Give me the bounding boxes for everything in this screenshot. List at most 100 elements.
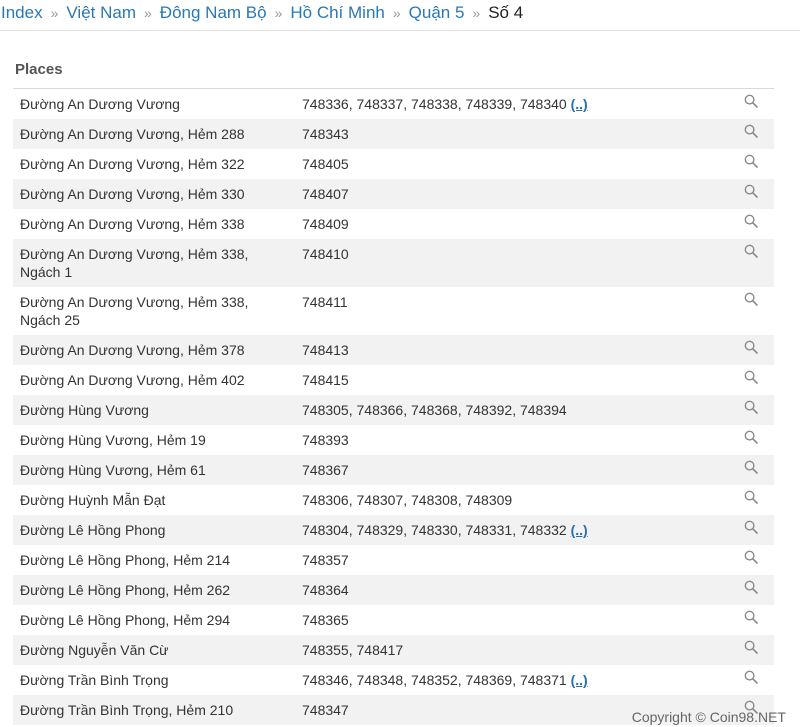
table-row[interactable]: Đường An Dương Vương, Hẻm 322 748405 — [13, 149, 774, 179]
magnifier-icon — [744, 670, 758, 688]
place-name: Đường Hùng Vương, Hẻm 61 — [20, 462, 206, 478]
postal-codes: 748405 — [285, 149, 744, 179]
search-button[interactable] — [744, 335, 774, 358]
search-button[interactable] — [744, 365, 774, 388]
search-button[interactable] — [744, 395, 774, 418]
table-row[interactable]: Đường Nguyễn Văn Cừ 748355, 748417 — [13, 635, 774, 665]
place-name: Đường An Dương Vương, Hẻm 330 — [20, 186, 245, 202]
search-button[interactable] — [744, 605, 774, 628]
section-title: Places — [15, 61, 63, 78]
search-button[interactable] — [744, 455, 774, 478]
copyright-footer: Copyright © Coin98.NET — [631, 709, 786, 725]
table-row[interactable]: Đường An Dương Vương, Hẻm 338, Ngách 1 74… — [13, 239, 774, 287]
table-row[interactable]: Đường Hùng Vương, Hẻm 19 748393 — [13, 425, 774, 455]
search-button[interactable] — [744, 515, 774, 538]
more-codes-link[interactable]: (..) — [571, 522, 588, 538]
table-row[interactable]: Đường An Dương Vương, Hẻm 402 748415 — [13, 365, 774, 395]
table-row[interactable]: Đường An Dương Vương, Hẻm 338 748409 — [13, 209, 774, 239]
places-table: Đường An Dương Vương 748336, 748337, 7483… — [13, 88, 774, 725]
breadcrumb-link[interactable]: Hồ Chí Minh — [290, 3, 384, 22]
search-button[interactable] — [744, 149, 774, 172]
search-button[interactable] — [744, 209, 774, 232]
search-button[interactable] — [744, 575, 774, 598]
magnifier-icon — [744, 340, 758, 358]
magnifier-icon — [744, 370, 758, 388]
postal-codes: 748306, 748307, 748308, 748309 — [285, 485, 744, 515]
search-button[interactable] — [744, 287, 774, 310]
magnifier-icon — [744, 292, 758, 310]
postal-codes: 748346, 748348, 748352, 748369, 748371 (… — [285, 665, 744, 695]
place-name: Đường An Dương Vương, Hẻm 378 — [20, 342, 245, 358]
place-name: Đường Hùng Vương, Hẻm 19 — [20, 432, 206, 448]
postal-codes: 748343 — [285, 119, 744, 149]
table-row[interactable]: Đường An Dương Vương 748336, 748337, 7483… — [13, 89, 774, 119]
breadcrumb-separator: » — [274, 5, 283, 21]
place-name: Đường An Dương Vương, Hẻm 288 — [20, 126, 245, 142]
place-name: Đường An Dương Vương, Hẻm 402 — [20, 372, 245, 388]
table-row[interactable]: Đường Hùng Vương 748305, 748366, 748368, … — [13, 395, 774, 425]
search-button[interactable] — [744, 425, 774, 448]
breadcrumb-link[interactable]: Đông Nam Bộ — [160, 3, 267, 22]
table-row[interactable]: Đường Lê Hồng Phong, Hẻm 294 748365 — [13, 605, 774, 635]
postal-codes-text: 748411 — [302, 294, 348, 310]
place-name: Đường Hùng Vương — [20, 402, 149, 418]
place-name: Đường Trần Bình Trọng — [20, 672, 169, 688]
table-row[interactable]: Đường Huỳnh Mẫn Đạt 748306, 748307, 74830… — [13, 485, 774, 515]
postal-codes-text: 748413 — [302, 342, 349, 358]
search-button[interactable] — [744, 485, 774, 508]
search-button[interactable] — [744, 545, 774, 568]
more-codes-link[interactable]: (..) — [571, 96, 588, 112]
magnifier-icon — [744, 124, 758, 142]
postal-codes: 748355, 748417 — [285, 635, 744, 665]
table-row[interactable]: Đường An Dương Vương, Hẻm 338, Ngách 25 7… — [13, 287, 774, 335]
search-button[interactable] — [744, 179, 774, 202]
postal-codes: 748365 — [285, 605, 744, 635]
magnifier-icon — [744, 580, 758, 598]
place-name: Đường Lê Hồng Phong, Hẻm 214 — [20, 552, 231, 568]
magnifier-icon — [744, 94, 758, 112]
breadcrumb-link[interactable]: Quận 5 — [409, 3, 465, 22]
magnifier-icon — [744, 184, 758, 202]
place-name: Đường Lê Hồng Phong — [20, 522, 166, 538]
table-row[interactable]: Đường Trần Bình Trọng 748346, 748348, 748… — [13, 665, 774, 695]
magnifier-icon — [744, 520, 758, 538]
table-row[interactable]: Đường Hùng Vương, Hẻm 61 748367 — [13, 455, 774, 485]
table-row[interactable]: Đường An Dương Vương, Hẻm 330 748407 — [13, 179, 774, 209]
table-row[interactable]: Đường Lê Hồng Phong 748304, 748329, 74833… — [13, 515, 774, 545]
postal-codes-text: 748304, 748329, 748330, 748331, 748332 — [302, 522, 567, 538]
places-panel: Places Đường An Dương Vương 748336, 74833… — [0, 31, 800, 727]
postal-codes-text: 748407 — [302, 186, 349, 202]
postal-codes: 748415 — [285, 365, 744, 395]
postal-codes-text: 748306, 748307, 748308, 748309 — [302, 492, 513, 508]
place-name: Đường Nguyễn Văn Cừ — [20, 642, 169, 658]
postal-codes-text: 748336, 748337, 748338, 748339, 748340 — [302, 96, 567, 112]
breadcrumb-separator: » — [472, 5, 481, 21]
place-name: Đường An Dương Vương, Hẻm 338, Ngách 25 — [20, 294, 249, 328]
table-row[interactable]: Đường Lê Hồng Phong, Hẻm 214 748357 — [13, 545, 774, 575]
search-button[interactable] — [744, 665, 774, 688]
place-name: Đường An Dương Vương, Hẻm 338, Ngách 1 — [20, 246, 249, 280]
more-codes-link[interactable]: (..) — [571, 672, 588, 688]
magnifier-icon — [744, 460, 758, 478]
magnifier-icon — [744, 154, 758, 172]
postal-codes: 748407 — [285, 179, 744, 209]
postal-codes-text: 748367 — [302, 462, 349, 478]
postal-codes-text: 748405 — [302, 156, 349, 172]
breadcrumb-link[interactable]: Việt Nam — [66, 3, 136, 22]
place-name: Đường An Dương Vương, Hẻm 338 — [20, 216, 245, 232]
breadcrumb-link[interactable]: Index — [1, 3, 43, 22]
postal-codes: 748305, 748366, 748368, 748392, 748394 — [285, 395, 744, 425]
search-button[interactable] — [744, 635, 774, 658]
magnifier-icon — [744, 214, 758, 232]
search-button[interactable] — [744, 239, 774, 262]
postal-codes-text: 748305, 748366, 748368, 748392, 748394 — [302, 402, 567, 418]
postal-codes: 748367 — [285, 455, 744, 485]
table-row[interactable]: Đường An Dương Vương, Hẻm 288 748343 — [13, 119, 774, 149]
search-button[interactable] — [744, 89, 774, 112]
table-row[interactable]: Đường An Dương Vương, Hẻm 378 748413 — [13, 335, 774, 365]
magnifier-icon — [744, 400, 758, 418]
postal-codes-text: 748357 — [302, 552, 349, 568]
search-button[interactable] — [744, 119, 774, 142]
table-row[interactable]: Đường Lê Hồng Phong, Hẻm 262 748364 — [13, 575, 774, 605]
postal-codes-text: 748393 — [302, 432, 349, 448]
